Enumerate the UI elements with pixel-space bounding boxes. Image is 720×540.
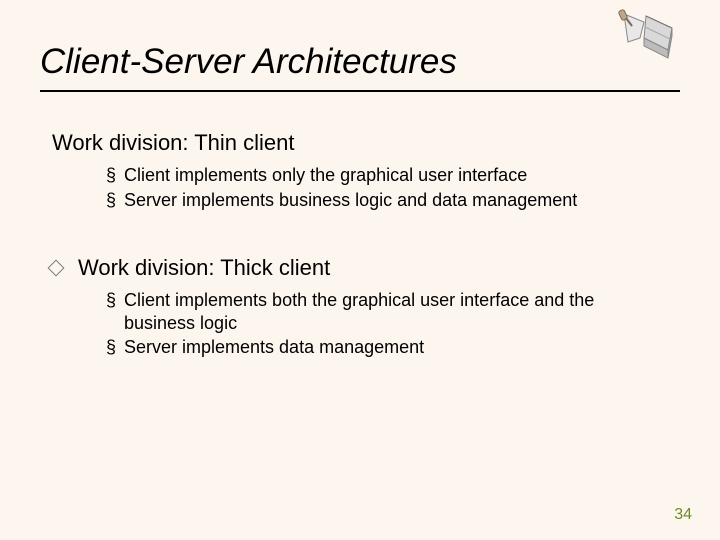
- section-heading: Work division: Thin client: [52, 130, 652, 156]
- section-thin-client: Work division: Thin client Client implem…: [52, 130, 652, 211]
- bullet-item: Server implements business logic and dat…: [106, 189, 652, 212]
- section-heading: Work division: Thick client: [52, 255, 652, 281]
- bullet-item: Client implements both the graphical use…: [106, 289, 652, 334]
- section-thick-client: Work division: Thick client Client imple…: [52, 255, 652, 359]
- bullet-list: Client implements only the graphical use…: [52, 164, 652, 211]
- bullet-item: Client implements only the graphical use…: [106, 164, 652, 187]
- trowel-brick-icon: [618, 8, 698, 70]
- slide-title: Client-Server Architectures: [40, 42, 457, 82]
- page-number: 34: [674, 506, 692, 524]
- slide: Client-Server Architectures Work divisio…: [0, 0, 720, 540]
- bullet-list: Client implements both the graphical use…: [52, 289, 652, 359]
- bullet-item: Server implements data management: [106, 336, 652, 359]
- title-underline: [40, 90, 680, 92]
- slide-body: Work division: Thin client Client implem…: [52, 130, 652, 361]
